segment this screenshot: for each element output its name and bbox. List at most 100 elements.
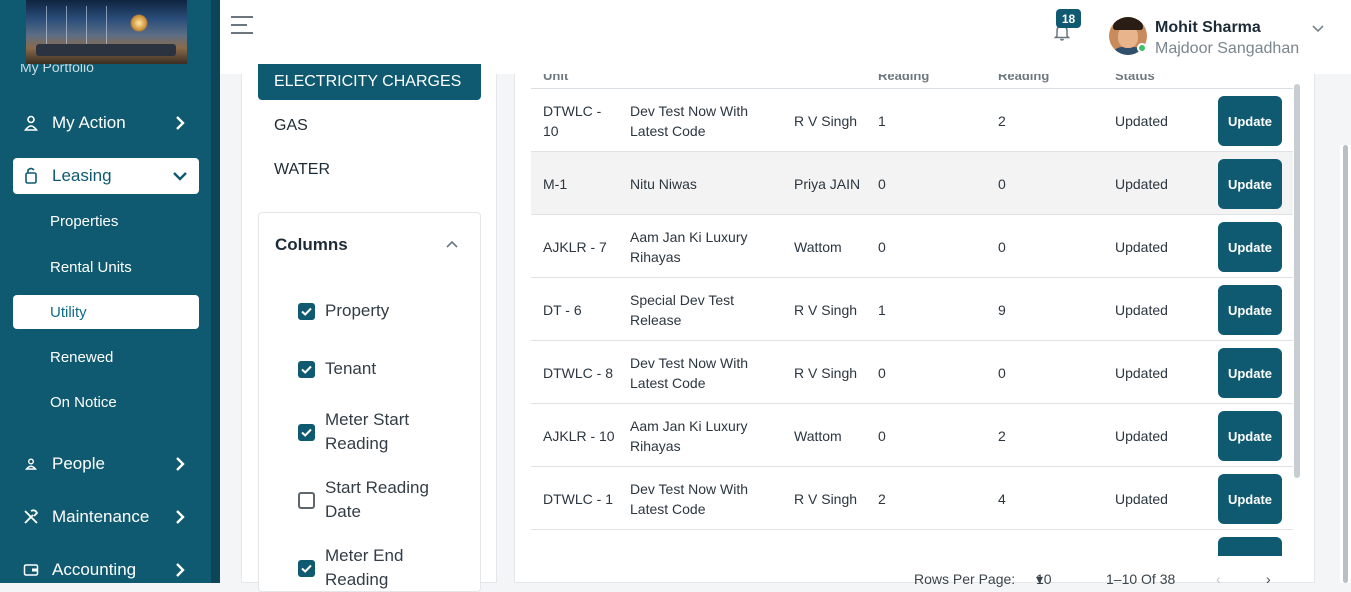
people-icon xyxy=(21,454,41,474)
tenant-cell: R V Singh xyxy=(794,490,858,507)
column-header[interactable]: Reading xyxy=(998,74,1049,83)
start-reading-cell: 0 xyxy=(878,530,886,557)
update-button[interactable]: Update xyxy=(1218,96,1282,146)
unit-cell: AJKLR - 7 xyxy=(543,238,607,255)
tenant-cell: Priya JAIN xyxy=(794,175,861,192)
start-reading-cell: 0 xyxy=(878,364,886,381)
tenant-cell: R V xyxy=(794,530,864,557)
chevron-down-icon xyxy=(169,165,191,187)
update-button[interactable]: Update xyxy=(1218,285,1282,335)
column-header[interactable]: Status xyxy=(1115,74,1155,83)
unit-cell: M-1 xyxy=(543,175,568,192)
sidebar: My Portfolio My Action Leasing Propertie… xyxy=(0,0,220,583)
property-cell: Dev Test Now With Latest Code xyxy=(630,354,748,391)
tenant-checkbox-label: Tenant xyxy=(325,359,377,378)
meter-end-reading-checkbox[interactable] xyxy=(298,560,315,577)
pagination: Rows Per Page: 10 ▾ 1–10 Of 38 ‹ › xyxy=(914,571,1294,591)
table-row: AJKLR - 7 Aam Jan Ki Luxury Rihayas Wattom… xyxy=(531,215,1293,278)
table-scrollbar[interactable] xyxy=(1294,84,1300,478)
sidebar-item-maintenance[interactable]: Maintenance xyxy=(13,499,199,535)
sidebar-subitem-utility[interactable]: Utility xyxy=(13,295,199,329)
start-reading-cell: 0 xyxy=(878,427,886,444)
property-checkbox[interactable] xyxy=(298,303,315,320)
unit-cell: AJKLR - 10 xyxy=(543,427,615,444)
status-cell: Updated xyxy=(1115,530,1168,557)
end-reading-cell: 4 xyxy=(998,490,1006,507)
tenant-cell: R V Singh xyxy=(794,301,858,318)
tenant-checkbox[interactable] xyxy=(298,361,315,378)
start-reading-date-checkbox[interactable] xyxy=(298,492,315,509)
sidebar-item-label: Accounting xyxy=(52,560,137,579)
update-button[interactable]: Update xyxy=(1218,348,1282,398)
property-cell: Nitu Niwas xyxy=(630,175,697,192)
lease-icon xyxy=(21,166,41,186)
wallet-icon xyxy=(21,560,41,580)
meter-start-reading-checkbox-label: Meter Start Reading xyxy=(325,410,410,453)
tab-water[interactable]: WATER xyxy=(274,161,330,179)
status-cell: Updated xyxy=(1115,301,1168,318)
start-reading-cell: 0 xyxy=(878,175,886,192)
unit-cell: DTWLC - 1 xyxy=(543,490,613,507)
sidebar-item-label: People xyxy=(52,454,105,473)
end-reading-cell: 2 xyxy=(998,427,1006,444)
status-cell: Updated xyxy=(1115,364,1168,381)
columns-title: Columns xyxy=(275,235,348,254)
meter-start-reading-checkbox[interactable] xyxy=(298,424,315,441)
update-button[interactable]: Update xyxy=(1218,537,1282,556)
table-row: DTWLC - 10 Dev Test Now With Latest Code R… xyxy=(531,89,1293,152)
sidebar-item-partial[interactable]: My Portfolio xyxy=(20,64,170,76)
start-reading-cell: 1 xyxy=(878,112,886,129)
sidebar-item-my-action[interactable]: My Action xyxy=(13,105,199,141)
sidebar-subitem-properties[interactable]: Properties xyxy=(13,204,199,238)
unit-cell: DTWLC - 8 xyxy=(543,364,613,381)
end-reading-cell: 0 xyxy=(998,238,1006,255)
update-button[interactable]: Update xyxy=(1218,159,1282,209)
chevron-up-icon[interactable] xyxy=(444,237,460,253)
chevron-down-icon[interactable] xyxy=(1310,20,1326,36)
person-icon xyxy=(21,113,41,133)
page-range: 1–10 Of 38 xyxy=(1106,571,1176,587)
status-cell: Updated xyxy=(1115,490,1168,507)
utility-table: Unit Reading Reading Status DTWLC - 10 De… xyxy=(531,74,1293,556)
column-header[interactable]: Reading xyxy=(878,74,929,83)
sidebar-subitem-on-notice[interactable]: On Notice xyxy=(13,385,199,419)
status-cell: Updated xyxy=(1115,238,1168,255)
unit-cell: DTWLC - 10 xyxy=(543,102,602,139)
tenant-cell: R V Singh xyxy=(794,112,858,129)
sidebar-subitem-rental-units[interactable]: Rental Units xyxy=(13,250,199,284)
update-button[interactable]: Update xyxy=(1218,411,1282,461)
table-row: DTWLC - 1 Dev Test Now With Latest Code R … xyxy=(531,467,1293,530)
previous-page-icon[interactable]: ‹ xyxy=(1216,571,1221,587)
chevron-right-icon xyxy=(169,453,191,475)
table-row: DT - 6 Special Dev Test Release R V Singh 1… xyxy=(531,278,1293,341)
update-button[interactable]: Update xyxy=(1218,222,1282,272)
page-scrollbar[interactable] xyxy=(1340,145,1351,583)
sidebar-item-leasing[interactable]: Leasing xyxy=(13,158,199,194)
columns-card xyxy=(258,212,481,592)
property-checkbox-label: Property xyxy=(325,301,390,320)
table-row: M-1 Nitu Niwas Priya JAIN 0 0 Updated Update xyxy=(531,152,1293,215)
tenant-cell: Wattom xyxy=(794,238,842,255)
sidebar-scrollbar[interactable] xyxy=(211,0,220,583)
chevron-right-icon xyxy=(169,506,191,528)
next-page-icon[interactable]: › xyxy=(1266,571,1271,587)
tab-electricity-charges[interactable]: ELECTRICITY CHARGES xyxy=(258,64,481,100)
sidebar-item-people[interactable]: People xyxy=(13,446,199,482)
sidebar-item-label: Maintenance xyxy=(52,507,150,526)
property-cell: Special Dev Test Release xyxy=(630,291,735,328)
column-header[interactable]: Unit xyxy=(543,74,568,83)
dropdown-arrow-icon: ▾ xyxy=(1036,571,1044,587)
update-button[interactable]: Update xyxy=(1218,474,1282,524)
user-name[interactable]: Mohit Sharma xyxy=(1155,19,1261,37)
menu-icon[interactable] xyxy=(231,16,253,36)
end-reading-cell: 0 xyxy=(998,175,1006,192)
table-row: DTWLC - Dev Test Now With R V 0 0 Updated Upda… xyxy=(531,530,1293,556)
end-reading-cell: 0 xyxy=(998,364,1006,381)
tab-gas[interactable]: GAS xyxy=(274,117,308,135)
property-cell: Aam Jan Ki Luxury Rihayas xyxy=(630,417,748,454)
unit-cell: DT - 6 xyxy=(543,301,582,318)
sidebar-subitem-renewed[interactable]: Renewed xyxy=(13,340,199,374)
property-cell: Dev Test Now With xyxy=(630,530,770,557)
meter-end-reading-checkbox-label: Meter End Reading xyxy=(325,546,404,589)
property-cell: Dev Test Now With Latest Code xyxy=(630,480,748,517)
